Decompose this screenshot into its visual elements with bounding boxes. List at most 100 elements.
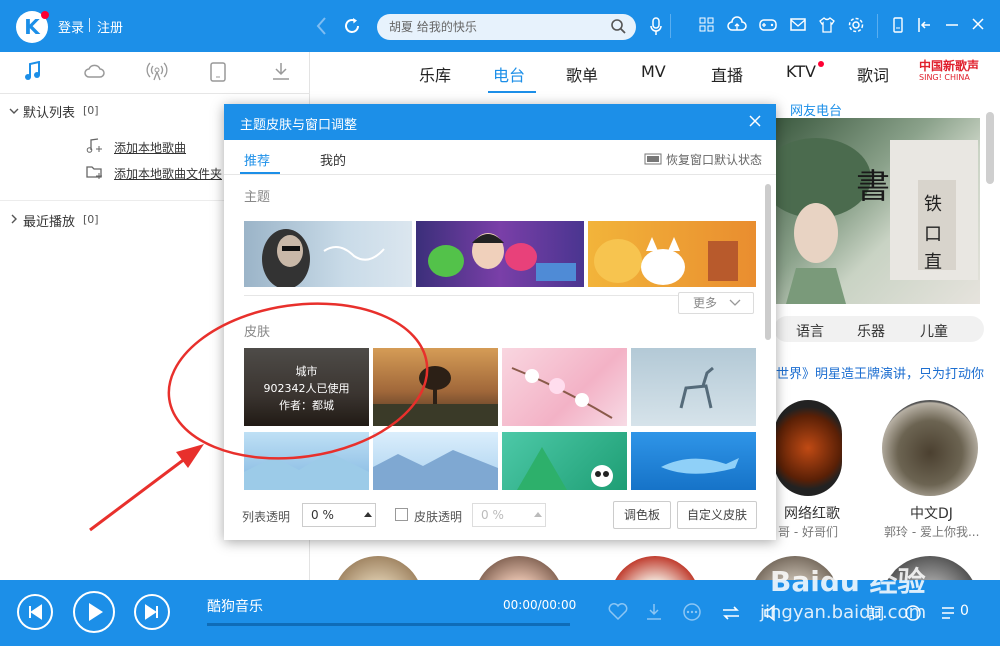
microphone-icon[interactable] bbox=[648, 16, 664, 38]
repeat-icon[interactable] bbox=[720, 604, 742, 622]
next-button[interactable] bbox=[134, 594, 170, 630]
palette-button[interactable]: 调色板 bbox=[613, 501, 671, 529]
tab-library[interactable]: 乐库 bbox=[419, 62, 451, 86]
divider bbox=[670, 14, 671, 38]
tab-radio[interactable]: 电台 bbox=[493, 62, 525, 86]
caret-up-icon bbox=[534, 511, 542, 517]
svg-text:铁: 铁 bbox=[924, 194, 942, 215]
skin-thumb-whale[interactable] bbox=[631, 432, 756, 490]
restore-default-link[interactable]: 恢复窗口默认状态 bbox=[666, 151, 762, 168]
promo-link[interactable]: 世界》明星造王牌演讲，只为打动你 bbox=[776, 363, 984, 382]
tab-lyrics[interactable]: 歌词 bbox=[857, 62, 889, 86]
progress-bar[interactable] bbox=[207, 623, 570, 626]
skin-thumb-cartoon[interactable] bbox=[502, 432, 627, 490]
add-local-folder-link[interactable]: 添加本地歌曲文件夹 bbox=[114, 165, 222, 182]
add-local-song-link[interactable]: 添加本地歌曲 bbox=[114, 139, 186, 156]
skin-city-author: 作者：都城 bbox=[279, 399, 334, 412]
skin-transparency-checkbox[interactable] bbox=[395, 508, 408, 521]
mail-icon[interactable] bbox=[789, 16, 807, 34]
theme-thumb-1[interactable] bbox=[244, 221, 412, 287]
register-link[interactable]: 注册 bbox=[97, 17, 123, 36]
category-kids[interactable]: 儿童 bbox=[920, 321, 948, 341]
minimize-icon[interactable] bbox=[944, 16, 960, 34]
custom-skin-button[interactable]: 自定义皮肤 bbox=[677, 501, 757, 529]
back-icon[interactable] bbox=[314, 15, 330, 37]
previous-button[interactable] bbox=[17, 594, 53, 630]
main-scrollbar[interactable] bbox=[986, 112, 994, 184]
chevron-down-icon bbox=[729, 298, 741, 308]
download-icon[interactable] bbox=[645, 602, 663, 622]
search-icon[interactable] bbox=[610, 18, 628, 36]
apps-grid-icon[interactable] bbox=[698, 16, 716, 34]
search-input[interactable]: 胡夏 给我的快乐 bbox=[377, 14, 636, 40]
theme-thumb-2[interactable] bbox=[416, 221, 584, 287]
tab-mv[interactable]: MV bbox=[641, 62, 666, 81]
recent-list-title[interactable]: 最近播放 bbox=[23, 211, 75, 230]
radio-sub-dj: 郭玲 - 爱上你我... bbox=[884, 525, 980, 539]
svg-text:口: 口 bbox=[924, 224, 942, 245]
skin-city-info[interactable]: 城市 902342人已使用 作者：都城 bbox=[244, 348, 369, 426]
theme-thumb-3[interactable] bbox=[588, 221, 756, 287]
radio-broadcast-icon[interactable] bbox=[146, 61, 168, 83]
skin-transparency-value: 0 % bbox=[481, 508, 504, 522]
mini-mode-icon[interactable] bbox=[890, 16, 906, 34]
download-icon[interactable] bbox=[271, 61, 291, 83]
net-radio-link[interactable]: 网友电台 bbox=[790, 100, 842, 119]
radio-title-red-song[interactable]: 网络红歌 bbox=[784, 503, 840, 523]
active-tab-indicator bbox=[488, 91, 536, 93]
radio-cover-dj[interactable] bbox=[882, 400, 978, 496]
playlist-count: 0 bbox=[960, 603, 969, 619]
skin-thumb-deer[interactable] bbox=[631, 348, 756, 426]
skin-shirt-icon[interactable] bbox=[818, 16, 836, 34]
skin-thumb-blossom[interactable] bbox=[502, 348, 627, 426]
baidu-watermark: Baidu 经验 bbox=[770, 565, 926, 598]
radio-title-dj[interactable]: 中文DJ bbox=[910, 503, 953, 523]
tab-mine[interactable]: 我的 bbox=[320, 150, 346, 169]
close-icon[interactable] bbox=[970, 16, 986, 34]
more-themes-button[interactable]: 更多 bbox=[678, 292, 754, 314]
refresh-icon[interactable] bbox=[342, 15, 362, 37]
category-language[interactable]: 语言 bbox=[796, 321, 824, 341]
cloud-icon[interactable] bbox=[83, 61, 105, 83]
default-list-title[interactable]: 默认列表 bbox=[23, 102, 75, 121]
more-options-icon[interactable] bbox=[682, 602, 702, 622]
dialog-close-icon[interactable] bbox=[748, 114, 762, 128]
settings-gear-icon[interactable] bbox=[847, 16, 865, 34]
tab-ktv[interactable]: KTV bbox=[786, 62, 816, 81]
skin-section-label: 皮肤 bbox=[244, 325, 271, 340]
heart-icon[interactable] bbox=[608, 603, 628, 621]
skin-thumb-sunset-tree[interactable] bbox=[373, 348, 498, 426]
banner-side-image[interactable]: 铁口直 bbox=[890, 140, 978, 280]
dialog-scrollbar[interactable] bbox=[765, 184, 771, 340]
baidu-watermark-url: jingyan.baidu.com bbox=[760, 602, 927, 623]
now-playing-title: 酷狗音乐 bbox=[207, 599, 263, 615]
cloud-upload-icon[interactable] bbox=[727, 16, 747, 34]
music-note-icon[interactable] bbox=[24, 61, 42, 83]
tab-recommend[interactable]: 推荐 bbox=[244, 150, 270, 169]
notification-dot bbox=[818, 61, 824, 67]
skin-city-name: 城市 bbox=[295, 365, 318, 378]
chevron-right-icon[interactable] bbox=[9, 214, 19, 224]
playback-time: 00:00/00:00 bbox=[503, 598, 577, 612]
chevron-down-icon[interactable] bbox=[9, 106, 19, 116]
skin-thumb-mountain-mist[interactable] bbox=[373, 432, 498, 490]
gamepad-icon[interactable] bbox=[758, 16, 778, 34]
login-link[interactable]: 登录 bbox=[58, 17, 84, 36]
default-list-count: [0] bbox=[83, 104, 99, 117]
playlist-icon[interactable] bbox=[940, 604, 958, 622]
svg-text:書: 書 bbox=[856, 167, 890, 207]
restore-window-icon[interactable] bbox=[644, 152, 662, 166]
radio-cover-red-song[interactable] bbox=[774, 400, 842, 496]
list-transparency-label: 列表透明 bbox=[242, 510, 291, 524]
recent-list-count: [0] bbox=[83, 213, 99, 226]
device-icon[interactable] bbox=[209, 61, 227, 83]
sing-china-logo[interactable]: 中国新歌声 bbox=[919, 60, 979, 72]
skin-thumb-mountain-blue[interactable] bbox=[244, 432, 369, 490]
tab-live[interactable]: 直播 bbox=[711, 62, 743, 86]
tab-playlists[interactable]: 歌单 bbox=[566, 62, 598, 86]
play-button[interactable] bbox=[73, 591, 115, 633]
category-instrument[interactable]: 乐器 bbox=[857, 321, 885, 341]
sidebar-collapse-icon[interactable] bbox=[916, 16, 934, 34]
caret-up-icon bbox=[364, 511, 372, 517]
skin-city-users: 902342人已使用 bbox=[263, 382, 350, 395]
